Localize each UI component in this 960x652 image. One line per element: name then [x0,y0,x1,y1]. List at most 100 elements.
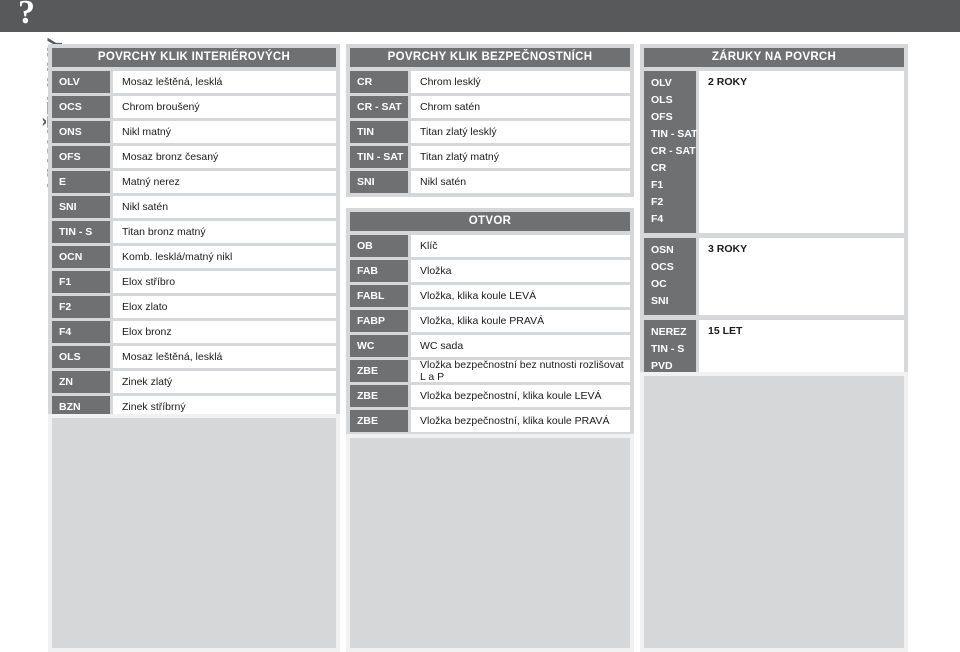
row-description: Titan zlatý lesklý [411,121,630,143]
table-row: ZBE Vložka bezpečnostní, klika koule LEVÁ [350,385,630,407]
table-row: F4 Elox bronz [52,321,336,343]
row-code: E [52,171,110,193]
row-description: Mosaz bronz česaný [113,146,336,168]
row-code: OB [350,235,408,257]
row-description: Titan bronz matný [113,221,336,243]
warranty-groups: OLV OLS OFS TIN - SAT CR - SAT CR F1 F2 F4 2 ROKY… [644,71,904,380]
table-row: ZN Zinek zlatý [52,371,336,393]
table-row: F1 Elox stříbro [52,271,336,293]
table-row: OLS Mosaz leštěná, lesklá [52,346,336,368]
warranty-code-list: OSN OCS OC SNI [644,238,696,315]
warranty-code: TIN - S [651,343,685,355]
warranty-period: 2 ROKY [699,71,904,233]
warranty-code: F4 [651,213,664,225]
warranty-group: OSN OCS OC SNI 3 ROKY [644,238,904,315]
row-description: Chrom satén [411,96,630,118]
warranty-period: 15 LET [699,320,904,380]
table-row: SNI Nikl satén [52,196,336,218]
table-row: ZBE Vložka bezpečnostní, klika koule PRAV… [350,410,630,432]
row-code: SNI [52,196,110,218]
row-description: Vložka, klika koule PRAVÁ [411,310,630,332]
warranty-group: OLV OLS OFS TIN - SAT CR - SAT CR F1 F2 F4 2 ROKY [644,71,904,233]
table-row: FAB Vložka [350,260,630,282]
row-code: F4 [52,321,110,343]
table-row: E Matný nerez [52,171,336,193]
row-code: OLS [52,346,110,368]
row-code: ZBE [350,410,408,432]
row-description: Zinek zlatý [113,371,336,393]
table-row: OFS Mosaz bronz česaný [52,146,336,168]
table-row: ZBE Vložka bezpečnostní bez nutnosti rozl… [350,359,630,383]
warranty-code: OSN [651,244,674,256]
table-row: F2 Elox zlato [52,296,336,318]
row-description: Mosaz leštěná, lesklá [113,71,336,93]
table-row: TIN - S Titan bronz matný [52,221,336,243]
filler-panel-middle [346,434,634,652]
warranty-code: F2 [651,196,664,208]
warranty-group: NEREZ TIN - S PVD 15 LET [644,320,904,380]
row-code: WC [350,335,408,357]
row-description: Vložka bezpečnostní bez nutnosti rozlišo… [411,359,630,383]
row-description: Vložka bezpečnostní, klika koule PRAVÁ [411,410,630,432]
row-code: CR [350,71,408,93]
table-row: CR Chrom lesklý [350,71,630,93]
row-code: OCN [52,246,110,268]
table-header-opening: OTVOR [350,212,630,231]
row-description: Vložka [411,260,630,282]
warranty-code: NEREZ [651,326,687,338]
table-header-warranty: ZÁRUKY NA POVRCH [644,48,904,67]
warranty-code: OLS [651,94,673,106]
table-row: OB Klíč [350,235,630,257]
column-warranty: ZÁRUKY NA POVRCH OLV OLS OFS TIN - SAT CR - … [640,44,908,391]
row-code: TIN - S [52,221,110,243]
table-header-security: POVRCHY KLIK BEZPEČNOSTNÍCH [350,48,630,67]
row-code: TIN [350,121,408,143]
row-description: Vložka, klika koule LEVÁ [411,285,630,307]
table-row: OCN Komb. lesklá/matný nikl [52,246,336,268]
row-description: Elox bronz [113,321,336,343]
table-row: FABL Vložka, klika koule LEVÁ [350,285,630,307]
row-description: Vložka bezpečnostní, klika koule LEVÁ [411,385,630,407]
row-description: WC sada [411,335,630,357]
filler-panel-left [48,414,340,652]
warranty-code: OLV [651,77,672,89]
table-row: FABP Vložka, klika koule PRAVÁ [350,310,630,332]
row-description: Komb. lesklá/matný nikl [113,246,336,268]
interior-rows: OLV Mosaz leštěná, lesklá OCS Chrom broušen… [52,71,336,418]
row-code: FABP [350,310,408,332]
row-code: OLV [52,71,110,93]
table-security-surfaces: POVRCHY KLIK BEZPEČNOSTNÍCH CR Chrom lesk… [346,44,634,197]
table-row: WC WC sada [350,335,630,357]
table-row: SNI Nikl satén [350,171,630,193]
table-opening: OTVOR OB Klíč FAB Vložka FABL Vložka, klika k… [346,208,634,436]
row-code: OFS [52,146,110,168]
row-code: TIN - SAT [350,146,408,168]
opening-rows: OB Klíč FAB Vložka FABL Vložka, klika koule L… [350,235,630,432]
filler-panel-right [640,372,908,652]
row-code: CR - SAT [350,96,408,118]
row-description: Chrom lesklý [411,71,630,93]
column-security-and-opening: POVRCHY KLIK BEZPEČNOSTNÍCH CR Chrom lesk… [346,44,634,443]
row-code: F2 [52,296,110,318]
row-description: Nikl satén [411,171,630,193]
question-mark-icon: ? [18,0,35,31]
row-code: ONS [52,121,110,143]
warranty-code: OC [651,278,667,290]
warranty-code: OFS [651,111,673,123]
warranty-code: TIN - SAT [651,128,698,140]
security-rows: CR Chrom lesklý CR - SAT Chrom satén TIN Tita… [350,71,630,193]
table-warranty: ZÁRUKY NA POVRCH OLV OLS OFS TIN - SAT CR - … [640,44,908,384]
row-code: OCS [52,96,110,118]
warranty-code: CR [651,162,667,174]
table-row: OCS Chrom broušený [52,96,336,118]
warranty-code: SNI [651,295,669,307]
table-row: TIN - SAT Titan zlatý matný [350,146,630,168]
warranty-code: F1 [651,179,664,191]
row-description: Elox stříbro [113,271,336,293]
top-bar: ? [0,0,960,32]
row-code: ZN [52,371,110,393]
warranty-code-list: OLV OLS OFS TIN - SAT CR - SAT CR F1 F2 F4 [644,71,698,233]
warranty-code: CR - SAT [651,145,696,157]
table-header-interior: POVRCHY KLIK INTERIÉROVÝCH [52,48,336,67]
row-description: Chrom broušený [113,96,336,118]
